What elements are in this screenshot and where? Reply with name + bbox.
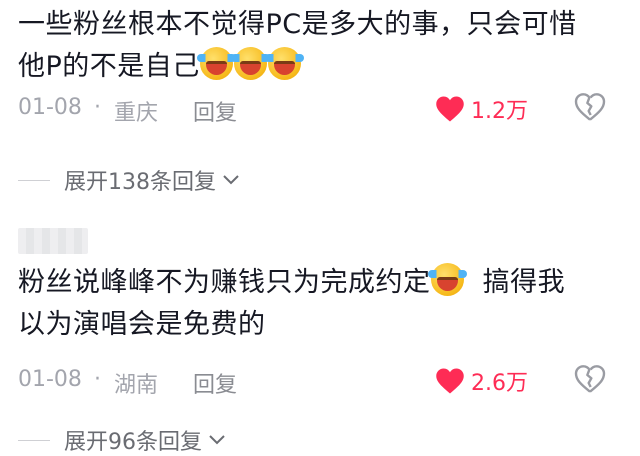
chevron-down-icon xyxy=(209,435,225,445)
dislike-button[interactable] xyxy=(574,92,606,128)
laugh-cry-emoji xyxy=(264,47,304,80)
comment-date: 01-08 xyxy=(18,95,82,120)
divider-line xyxy=(18,439,50,441)
comment-text: 一些粉丝根本不觉得PC是多大的事，只会可惜 他P的不是自己 xyxy=(18,4,620,88)
like-button[interactable]: 1.2万 xyxy=(435,93,528,125)
comment-meta: 01-08 · 湖南 回复 2.6万 xyxy=(18,360,620,400)
meta-separator: · xyxy=(94,367,101,392)
heart-icon xyxy=(436,368,464,394)
reply-button[interactable]: 回复 xyxy=(193,367,237,399)
comment-meta: 01-08 · 重庆 回复 1.2万 xyxy=(18,88,620,128)
blurred-username xyxy=(18,228,88,254)
comment-1: 一些粉丝根本不觉得PC是多大的事，只会可惜 他P的不是自己 01-08 · 重庆… xyxy=(18,4,620,128)
comment-text-line: 以为演唱会是免费的 xyxy=(18,309,266,340)
laugh-cry-emoji xyxy=(427,263,467,296)
like-button[interactable]: 2.6万 xyxy=(435,365,528,397)
laugh-cry-emoji xyxy=(230,47,270,80)
expand-replies-button[interactable]: 展开138条回复 xyxy=(18,164,240,196)
meta-separator: · xyxy=(94,95,101,120)
comment-text: 粉丝说峰峰不为赚钱只为完成约定 搞得我 以为演唱会是免费的 xyxy=(18,262,620,346)
comment-text-line: 粉丝说峰峰不为赚钱只为完成约定 搞得我 xyxy=(18,262,620,304)
comment-text-line: 他P的不是自己 xyxy=(18,46,620,88)
chevron-down-icon xyxy=(223,175,239,185)
broken-heart-icon xyxy=(574,365,606,393)
expand-replies-label: 展开138条回复 xyxy=(64,170,216,195)
like-count: 2.6万 xyxy=(471,371,528,396)
comment-2: 粉丝说峰峰不为赚钱只为完成约定 搞得我 以为演唱会是免费的 01-08 · 湖南… xyxy=(18,262,620,400)
comment-location: 重庆 xyxy=(114,101,159,126)
comment-location: 湖南 xyxy=(114,373,159,398)
divider-line xyxy=(18,179,50,181)
reply-button[interactable]: 回复 xyxy=(193,95,237,127)
comment-date: 01-08 xyxy=(18,367,82,392)
expand-replies-button[interactable]: 展开96条回复 xyxy=(18,424,226,456)
dislike-button[interactable] xyxy=(574,364,606,400)
like-count: 1.2万 xyxy=(471,99,528,124)
laugh-cry-emoji xyxy=(196,47,236,80)
heart-icon xyxy=(436,96,464,122)
comment-text-line: 一些粉丝根本不觉得PC是多大的事，只会可惜 xyxy=(18,9,577,40)
broken-heart-icon xyxy=(574,93,606,121)
expand-replies-label: 展开96条回复 xyxy=(64,430,202,455)
